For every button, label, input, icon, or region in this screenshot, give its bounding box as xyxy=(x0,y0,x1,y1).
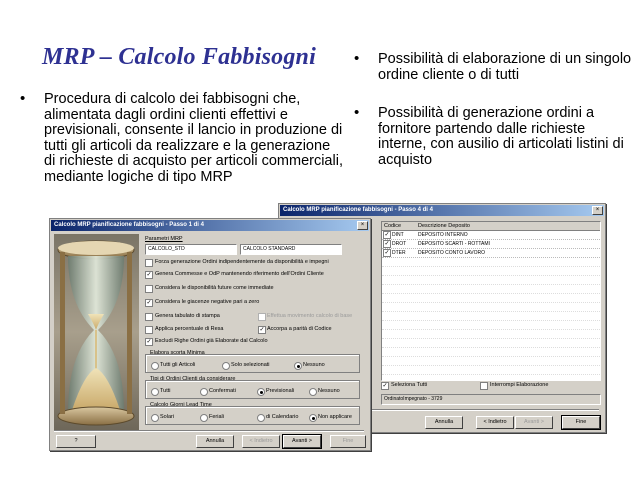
tipi-radio[interactable] xyxy=(257,388,265,396)
column-codice[interactable]: Codice xyxy=(384,223,401,229)
interrompi-checkbox[interactable] xyxy=(480,382,488,390)
effettua-movimento-label: Effettua movimento calcolo di base xyxy=(267,313,353,319)
scorta-option: Solo selezionati xyxy=(231,362,270,368)
scorta-radio[interactable] xyxy=(294,362,302,370)
giorni-option: Feriali xyxy=(209,414,224,420)
indietro-button[interactable]: < Indietro xyxy=(242,435,280,448)
giorni-option: di Calendario xyxy=(266,414,299,420)
annulla-button[interactable]: Annulla xyxy=(196,435,234,448)
parametri-label: Parametri MRP xyxy=(145,236,183,242)
option-label: Genera Commesse e OdP mantenendo riferim… xyxy=(155,271,324,277)
option-checkbox[interactable]: ✓ xyxy=(145,299,153,307)
escludi-checkbox[interactable]: ✓ xyxy=(145,338,153,346)
close-icon[interactable]: × xyxy=(592,206,603,215)
escludi-label: Escludi Righe Ordini già Elaborate dal C… xyxy=(155,338,268,344)
seleziona-tutti-checkbox[interactable]: ✓ xyxy=(381,382,389,390)
column-descrizione[interactable]: Descrizione Deposito xyxy=(418,223,470,229)
giorni-option: Non applicare xyxy=(318,414,352,420)
tipi-radio[interactable] xyxy=(200,388,208,396)
giorni-radio[interactable] xyxy=(309,414,317,422)
accorpa-checkbox[interactable]: ✓ xyxy=(258,326,266,334)
indietro-button[interactable]: < Indietro xyxy=(476,416,514,429)
scorta-radio[interactable] xyxy=(151,362,159,370)
window-titlebar: Calcolo MRP pianificazione fabbisogni - … xyxy=(280,205,604,216)
option-label: Considera le disponibilità future come i… xyxy=(155,285,274,291)
genera-tabulato-label: Genera tabulato di stampa xyxy=(155,313,220,319)
bullet-text: Possibilità di generazione ordini a forn… xyxy=(378,105,624,168)
avanti-button[interactable]: Avanti > xyxy=(282,434,322,449)
tipi-radio[interactable] xyxy=(151,388,159,396)
tipi-option: Confermati xyxy=(209,388,236,394)
genera-tabulato-checkbox[interactable] xyxy=(145,313,153,321)
row-code: DTER xyxy=(392,250,406,256)
row-desc: DEPOSITO INTERNO xyxy=(418,232,468,238)
deposit-grid[interactable]: Codice Descrizione Deposito ✓ DINT DEPOS… xyxy=(381,221,601,381)
slide-title: MRP – Calcolo Fabbisogni xyxy=(42,44,316,70)
bullet-text: Possibilità di elaborazione di un singol… xyxy=(378,51,632,83)
table-row[interactable]: ✓ DROT DEPOSITO SCARTI - ROTTAMI xyxy=(382,240,600,249)
applica-percentuale-label: Applica percentuale di Resa xyxy=(155,326,224,332)
bullet-elaborazione: • Possibilità di elaborazione di un sing… xyxy=(354,50,634,92)
wizard-step1-window: Calcolo MRP pianificazione fabbisogni - … xyxy=(49,218,371,451)
scorta-radio[interactable] xyxy=(222,362,230,370)
applica-percentuale-checkbox[interactable] xyxy=(145,326,153,334)
fine-button[interactable]: Fine xyxy=(330,435,366,448)
giorni-radio[interactable] xyxy=(200,414,208,422)
option-label: Considera le giacenze negative pari a ze… xyxy=(155,299,260,305)
scorta-option: Nessuno xyxy=(303,362,325,368)
option-checkbox[interactable] xyxy=(145,285,153,293)
bullet-dot: • xyxy=(354,104,360,121)
option-checkbox[interactable]: ✓ xyxy=(145,271,153,279)
parametri-code-field[interactable]: CALCOLO_STD xyxy=(145,244,237,255)
table-row[interactable]: ✓ DINT DEPOSITO INTERNO xyxy=(382,231,600,240)
annulla-button[interactable]: Annulla xyxy=(425,416,463,429)
help-button[interactable]: ? xyxy=(56,435,96,448)
tipi-option: Tutti xyxy=(160,388,171,394)
bullet-generazione: • Possibilità di generazione ordini a fo… xyxy=(354,104,634,176)
close-icon[interactable]: × xyxy=(357,221,368,230)
table-row[interactable]: ✓ DTER DEPOSITO CONTO LAVORO xyxy=(382,249,600,258)
accorpa-label: Accorpa a parità di Codice xyxy=(267,326,332,332)
grid-header: Codice Descrizione Deposito xyxy=(382,222,600,231)
row-checkbox[interactable]: ✓ xyxy=(383,240,391,248)
row-checkbox[interactable]: ✓ xyxy=(383,231,391,239)
grid-rows: ✓ DINT DEPOSITO INTERNO ✓ DROT DEPOSITO … xyxy=(382,231,600,375)
row-code: DINT xyxy=(392,232,404,238)
giorni-radio[interactable] xyxy=(257,414,265,422)
window-titlebar: Calcolo MRP pianificazione fabbisogni - … xyxy=(51,220,369,231)
avanti-button[interactable]: Avanti > xyxy=(515,416,553,429)
divider xyxy=(54,430,364,432)
scorta-option: Tutti gli Articoli xyxy=(160,362,196,368)
fine-button[interactable]: Fine xyxy=(561,415,601,430)
row-code: DROT xyxy=(392,241,407,247)
option-label: Forza generazione Ordini indipendentemen… xyxy=(155,259,329,265)
effettua-movimento-checkbox[interactable] xyxy=(258,313,266,321)
tipi-radio[interactable] xyxy=(309,388,317,396)
row-desc: DEPOSITO SCARTI - ROTTAMI xyxy=(418,241,490,247)
option-checkbox[interactable] xyxy=(145,259,153,267)
bullet-procedura: • Procedura di calcolo dei fabbisogni ch… xyxy=(20,90,343,202)
row-checkbox[interactable]: ✓ xyxy=(383,249,391,257)
interrompi-label: Interrompi Elaborazione xyxy=(490,382,549,388)
seleziona-tutti-label: Seleziona Tutti xyxy=(391,382,428,388)
bullet-dot: • xyxy=(20,90,26,107)
bullet-text: Procedura di calcolo dei fabbisogni che,… xyxy=(44,91,343,185)
parametri-desc-field[interactable]: CALCOLO STANDARD xyxy=(240,244,342,255)
row-desc: DEPOSITO CONTO LAVORO xyxy=(418,250,485,256)
hourglass-icon xyxy=(57,240,135,426)
giorni-radio[interactable] xyxy=(151,414,159,422)
tipi-option: Previsionali xyxy=(266,388,295,394)
status-field: OrdinatoImpegnato - 3729 xyxy=(381,394,601,405)
tipi-option: Nessuno xyxy=(318,388,340,394)
bullet-dot: • xyxy=(354,50,360,67)
giorni-option: Solari xyxy=(160,414,175,420)
hourglass-image xyxy=(54,234,139,430)
